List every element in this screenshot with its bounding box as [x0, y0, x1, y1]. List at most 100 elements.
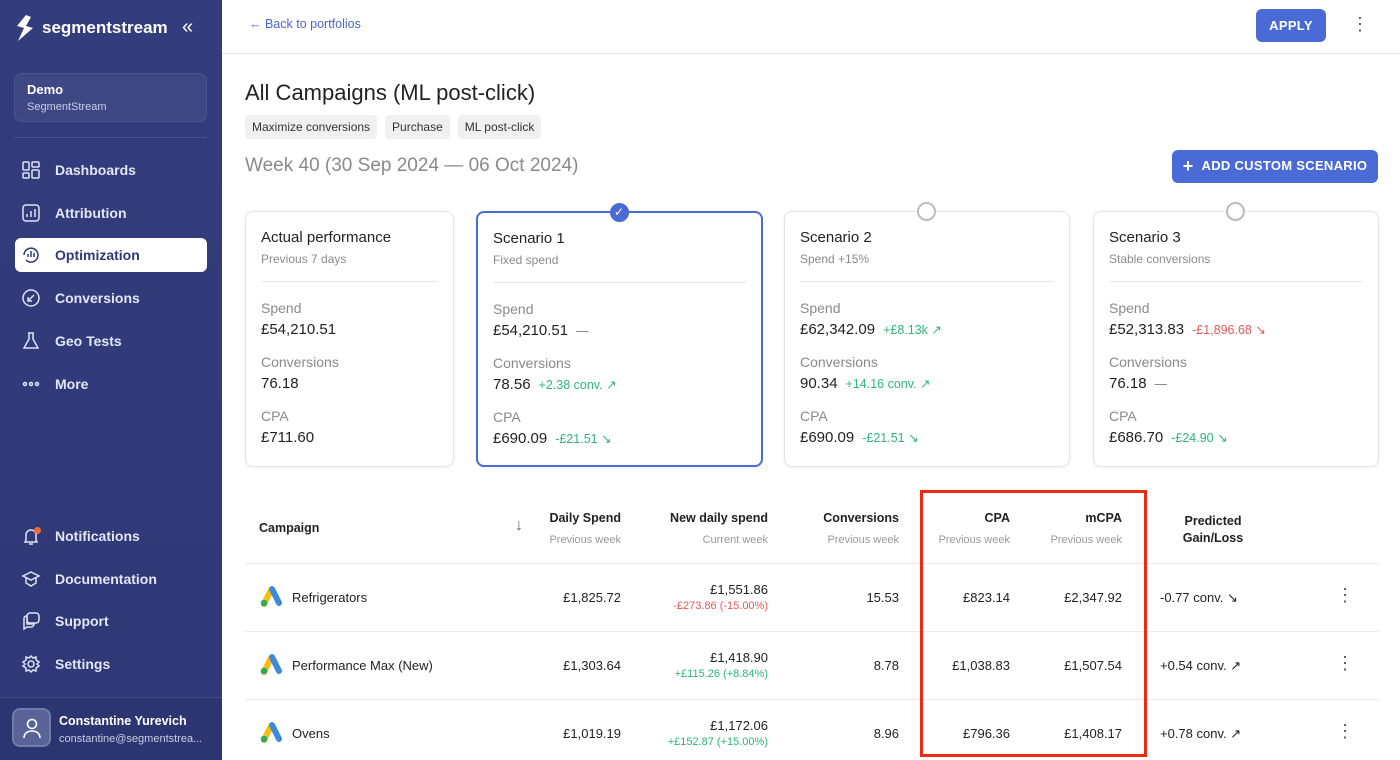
row-menu-icon[interactable]: ⋮ — [1336, 721, 1352, 742]
sidebar-item-support[interactable]: Support — [15, 604, 207, 638]
row-divider — [245, 563, 1378, 564]
header-label: mCPA — [1030, 511, 1122, 525]
predicted-gain: -0.77 conv. ↘ — [1160, 590, 1280, 606]
user-name: Constantine Yurevich — [59, 714, 187, 728]
metric-delta: — — [1155, 377, 1168, 391]
metric-row: 90.34+14.16 conv. ↗ — [800, 375, 1054, 392]
dashboard-icon — [21, 160, 41, 180]
mcpa: £1,408.17 — [1030, 726, 1122, 741]
attribution-icon — [21, 203, 41, 223]
notifications-label: Notifications — [55, 528, 140, 544]
google-ads-icon — [260, 653, 284, 680]
metric-value: £62,342.09 — [800, 321, 875, 338]
radio-unchecked-icon[interactable] — [917, 202, 936, 221]
column-header-predicted-gain-loss[interactable]: Predicted Gain/Loss — [1160, 495, 1266, 563]
apply-button[interactable]: APPLY — [1256, 9, 1326, 42]
scenario-card[interactable]: Scenario 2Spend +15%Spend£62,342.09+£8.1… — [784, 211, 1070, 467]
new-daily-value: £1,172.06 — [620, 718, 768, 733]
sidebar-item-geo-tests[interactable]: Geo Tests — [15, 324, 207, 358]
user-profile[interactable]: Constantine Yurevich constantine@segment… — [0, 697, 222, 760]
radio-unchecked-icon[interactable] — [1226, 202, 1245, 221]
sidebar-item-dashboards[interactable]: Dashboards — [15, 153, 207, 187]
sidebar-item-attribution[interactable]: Attribution — [15, 196, 207, 230]
header-label: CPA — [920, 511, 1010, 525]
add-custom-scenario-button[interactable]: +ADD CUSTOM SCENARIO — [1172, 150, 1378, 183]
sidebar-item-optimization[interactable]: Optimization — [15, 238, 207, 272]
metric-value: £690.09 — [800, 429, 854, 446]
column-header-new-daily-spend[interactable]: New daily spendCurrent week — [640, 495, 768, 563]
metric-label: Conversions — [800, 354, 1054, 370]
cpa: £1,038.83 — [920, 658, 1010, 673]
metric-delta: -£1,896.68 ↘ — [1192, 322, 1266, 337]
support-label: Support — [55, 613, 109, 629]
logo[interactable]: segmentstream — [14, 14, 168, 42]
new-daily-value: £1,418.90 — [620, 650, 768, 665]
sidebar-item-documentation[interactable]: Documentation — [15, 562, 207, 596]
settings-label: Settings — [55, 656, 110, 672]
week-heading: Week 40 (30 Sep 2024 — 06 Oct 2024) — [245, 155, 578, 177]
divider — [14, 137, 207, 138]
metric-value: 76.18 — [261, 375, 299, 392]
metric-row: £686.70 -£24.90 ↘ — [1109, 429, 1363, 446]
column-header-cpa[interactable]: CPA Previous week — [920, 495, 1010, 563]
chat-icon — [21, 611, 41, 631]
google-ads-icon — [260, 721, 284, 748]
column-header-campaign[interactable]: Campaign — [259, 495, 409, 563]
scenario-card[interactable]: ✓Scenario 1Fixed spendSpend£54,210.51—Co… — [476, 211, 763, 467]
new-daily-delta: +£115.26 (+8.84%) — [620, 668, 768, 680]
row-menu-icon[interactable]: ⋮ — [1336, 653, 1352, 674]
bell-icon — [21, 526, 41, 546]
campaign-name[interactable]: Refrigerators — [292, 590, 367, 605]
tag-chip: Maximize conversions — [245, 115, 377, 139]
metric-label: CPA — [261, 408, 438, 424]
metric-row: £54,210.51— — [493, 322, 746, 339]
conversions: 8.96 — [800, 726, 899, 741]
cpa: £823.14 — [920, 590, 1010, 605]
header-sublabel: Previous week — [1030, 534, 1122, 546]
metric-delta: — — [576, 324, 589, 338]
row-divider — [245, 631, 1378, 632]
tag-chip: Purchase — [385, 115, 450, 139]
metric-label: CPA — [1109, 408, 1363, 424]
metric-delta: +£8.13k ↗ — [883, 322, 942, 337]
column-header-daily-spend[interactable]: Daily SpendPrevious week — [520, 495, 621, 563]
account-switcher[interactable]: Demo SegmentStream — [14, 73, 207, 122]
metric-delta: +14.16 conv. ↗ — [846, 376, 931, 391]
scenario-card[interactable]: Scenario 3Stable conversionsSpend£52,313… — [1093, 211, 1379, 467]
header-sublabel: Previous week — [520, 534, 621, 546]
mcpa: £2,347.92 — [1030, 590, 1122, 605]
more-options-icon[interactable]: ⋮ — [1350, 14, 1370, 38]
campaign-name[interactable]: Performance Max (New) — [292, 658, 433, 673]
header-sublabel: Previous week — [800, 534, 899, 546]
sidebar-item-conversions[interactable]: Conversions — [15, 281, 207, 315]
metric-delta: -£24.90 ↘ — [1171, 430, 1227, 445]
new-daily-delta: -£273.86 (-15.00%) — [620, 600, 768, 612]
column-header-mcpa[interactable]: mCPA Previous week — [1030, 495, 1122, 563]
metric-label: Conversions — [493, 355, 746, 371]
card-subtitle: Fixed spend — [493, 253, 746, 283]
sidebar-item-more[interactable]: More — [15, 367, 207, 401]
radio-checked-icon[interactable]: ✓ — [610, 203, 629, 222]
card-title: Scenario 1 — [493, 230, 746, 247]
google-ads-icon — [260, 585, 284, 612]
card-title: Actual performance — [261, 229, 438, 246]
metric-label: CPA — [800, 408, 1054, 424]
card-subtitle: Spend +15% — [800, 252, 1054, 282]
row-menu-icon[interactable]: ⋮ — [1336, 585, 1352, 606]
collapse-sidebar-icon[interactable]: « — [182, 16, 193, 39]
new-daily-delta: +£152.87 (+15.00%) — [620, 736, 768, 748]
predicted-gain: +0.78 conv. ↗ — [1160, 726, 1280, 742]
campaign-name[interactable]: Ovens — [292, 726, 330, 741]
back-to-portfolios-link[interactable]: ← Back to portfolios — [249, 17, 361, 31]
sidebar-item-notifications[interactable]: Notifications — [15, 519, 207, 553]
header-sublabel: Previous week — [920, 534, 1010, 546]
segmentstream-logo-icon — [14, 14, 36, 42]
scenario-card[interactable]: Actual performancePrevious 7 daysSpend£5… — [245, 211, 454, 467]
header-label: Campaign — [259, 521, 409, 535]
column-header-conversions[interactable]: ConversionsPrevious week — [800, 495, 899, 563]
sidebar-item-settings[interactable]: Settings — [15, 647, 207, 681]
flask-icon — [21, 331, 41, 351]
metric-value: £686.70 — [1109, 429, 1163, 446]
new-daily-spend: £1,172.06 +£152.87 (+15.00%) — [620, 718, 768, 748]
header-sublabel: Current week — [640, 534, 768, 546]
